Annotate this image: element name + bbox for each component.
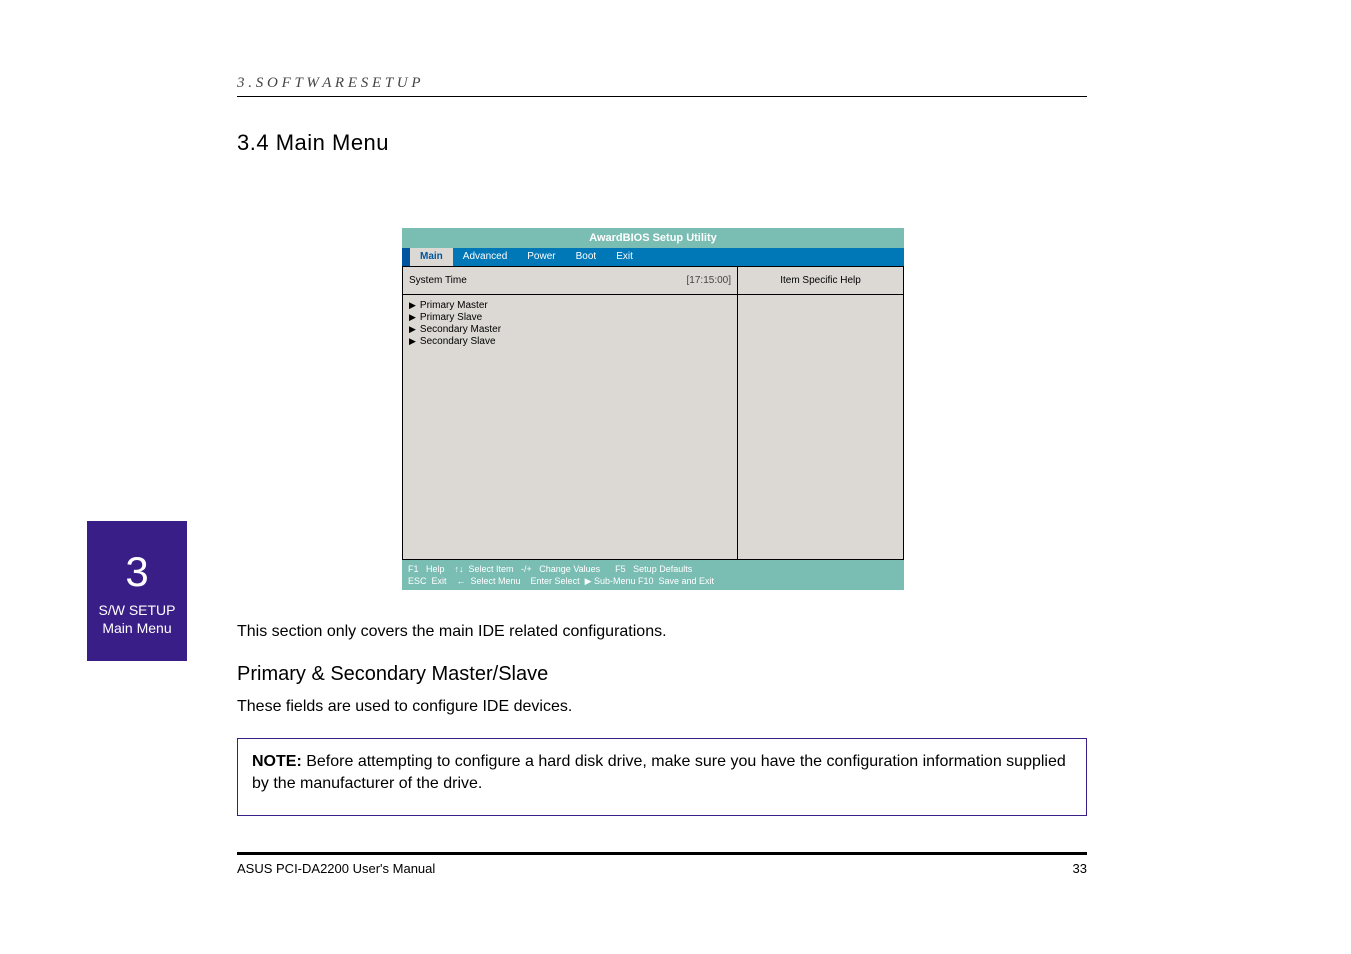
header-rule: [237, 96, 1087, 97]
triangle-icon: ▶: [409, 300, 416, 311]
section-title: 3.4 Main Menu: [237, 130, 389, 156]
triangle-icon: ▶: [409, 324, 416, 335]
bios-tab-exit[interactable]: Exit: [606, 248, 643, 266]
bios-submenu-secondary-slave[interactable]: ▶ Secondary Slave: [409, 336, 731, 347]
bios-system-time-value: [17:15:00]: [687, 275, 731, 286]
bios-submenu-label: Primary Slave: [420, 312, 482, 323]
bios-footer-row1: F1 Help ↑↓ Select Item -/+ Change Values…: [408, 563, 692, 575]
bios-footer: F1 Help ↑↓ Select Item -/+ Change Values…: [402, 560, 904, 590]
bios-tabbar-lead: [402, 248, 410, 266]
footer-page-number: 33: [1073, 861, 1087, 876]
bios-footer-row2: ESC Exit ← Select Menu Enter Select ▶ Su…: [408, 575, 714, 587]
bios-tabbar: Main Advanced Power Boot Exit: [402, 248, 904, 266]
side-tab: 3 S/W SETUP Main Menu: [87, 521, 187, 661]
bios-submenu-label: Primary Master: [420, 300, 488, 311]
page-header: 3 . S O F T W A R E S E T U P: [237, 75, 1087, 92]
footer-manual-title: ASUS PCI-DA2200 User's Manual: [237, 861, 435, 876]
bios-right-pane: Item Specific Help: [738, 267, 903, 559]
bios-submenu-primary-master[interactable]: ▶ Primary Master: [409, 300, 731, 311]
note-text: Before attempting to configure a hard di…: [252, 753, 1066, 792]
side-tab-number: 3: [125, 545, 148, 600]
triangle-icon: ▶: [409, 336, 416, 347]
subheading: Primary & Secondary Master/Slave: [237, 663, 548, 686]
bios-tab-advanced[interactable]: Advanced: [453, 248, 517, 266]
bios-system-time-row[interactable]: System Time [17:15:00]: [403, 267, 737, 295]
note-box: NOTE: Before attempting to configure a h…: [237, 738, 1087, 816]
bios-submenu-label: Secondary Slave: [420, 336, 496, 347]
side-tab-line2: Main Menu: [102, 619, 171, 637]
bios-body: System Time [17:15:00] ▶ Primary Master ▶…: [402, 266, 904, 560]
paragraph-fields: These fields are used to configure IDE d…: [237, 696, 1087, 718]
bios-submenu-primary-slave[interactable]: ▶ Primary Slave: [409, 312, 731, 323]
bios-tab-power[interactable]: Power: [517, 248, 565, 266]
triangle-icon: ▶: [409, 312, 416, 323]
bios-submenu-label: Secondary Master: [420, 324, 501, 335]
bios-help-header: Item Specific Help: [738, 267, 903, 295]
bios-tab-main[interactable]: Main: [410, 248, 453, 266]
bios-submenu-secondary-master[interactable]: ▶ Secondary Master: [409, 324, 731, 335]
footer-rule: [237, 852, 1087, 855]
bios-system-time-label: System Time: [409, 275, 467, 286]
bios-screenshot: AwardBIOS Setup Utility Main Advanced Po…: [402, 228, 904, 590]
bios-tab-boot[interactable]: Boot: [566, 248, 607, 266]
note-label: NOTE:: [252, 753, 302, 770]
bios-submenu-list: ▶ Primary Master ▶ Primary Slave ▶ Secondar…: [403, 295, 737, 352]
bios-left-pane: System Time [17:15:00] ▶ Primary Master ▶…: [403, 267, 738, 559]
side-tab-line1: S/W SETUP: [98, 601, 175, 619]
bios-title: AwardBIOS Setup Utility: [402, 228, 904, 248]
paragraph-intro: This section only covers the main IDE re…: [237, 621, 1087, 643]
